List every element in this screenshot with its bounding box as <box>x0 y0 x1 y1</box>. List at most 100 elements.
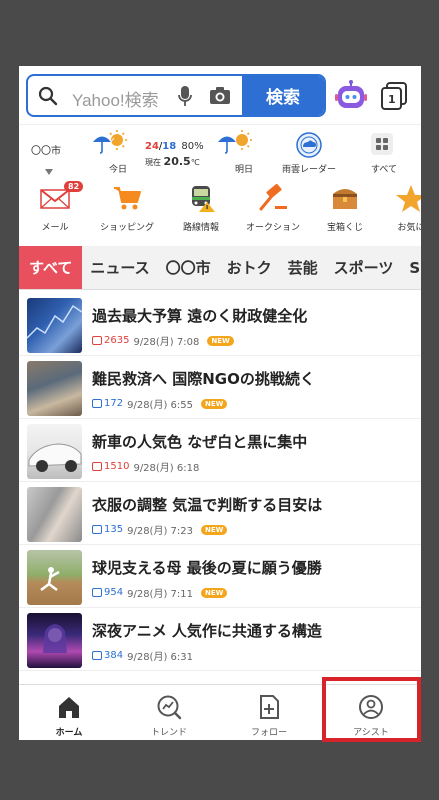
search-icon <box>38 86 58 106</box>
weather-city[interactable]: 〇〇市 <box>31 142 61 157</box>
search-box[interactable]: Yahoo!検索 検索 <box>26 74 326 117</box>
service-label: メール <box>41 223 69 233</box>
news-time: 9/28(月) 6:31 <box>127 652 193 663</box>
news-meta: 1510 9/28(月) 6:18 <box>92 459 199 474</box>
comment-count[interactable]: 954 <box>92 587 123 598</box>
news-item[interactable]: 衣服の調整 気温で判断する目安は 135 9/28(月) 7:23 NEW <box>19 482 421 545</box>
service-label: お気に <box>397 223 421 233</box>
news-meta: 954 9/28(月) 7:11 NEW <box>92 585 228 600</box>
news-item[interactable]: 難民救済へ 国際NGOの挑戦続く 172 9/28(月) 6:55 NEW <box>19 356 421 419</box>
service-label: 宝箱くじ <box>326 223 363 233</box>
weather-tomorrow-label: 明日 <box>235 165 254 175</box>
rain-then-sun-icon[interactable] <box>216 129 252 155</box>
comment-icon <box>92 588 102 597</box>
services-row: 82 メール ショッピング 路線情報 オークション 宝箱くじ お気に <box>19 176 421 240</box>
temp-low: 18 <box>162 141 177 152</box>
star-icon <box>396 185 421 212</box>
comment-count[interactable]: 135 <box>92 524 123 535</box>
service-shopping[interactable]: ショッピング <box>97 176 157 240</box>
assistant-bot-icon[interactable] <box>335 79 367 111</box>
news-meta: 135 9/28(月) 7:23 NEW <box>92 522 228 537</box>
service-treasure[interactable]: 宝箱くじ <box>315 176 375 240</box>
service-train[interactable]: 路線情報 <box>171 176 231 240</box>
news-item[interactable]: 新車の人気色 なぜ白と黒に集中 1510 9/28(月) 6:18 <box>19 419 421 482</box>
weather-today-temps: 24/18 80% <box>145 141 204 152</box>
service-auction[interactable]: オークション <box>243 176 303 240</box>
rain-radar-icon[interactable] <box>296 132 322 158</box>
nav-label: ホーム <box>55 728 83 738</box>
tabs-count: 1 <box>388 93 396 106</box>
camera-icon[interactable] <box>209 86 231 106</box>
service-label: オークション <box>245 223 300 233</box>
tab-more[interactable]: S <box>401 246 421 289</box>
weather-today-label: 今日 <box>109 165 128 175</box>
news-thumbnail <box>27 298 82 353</box>
search-button[interactable]: 検索 <box>242 76 324 115</box>
temp-high: 24 <box>145 141 159 152</box>
new-badge: NEW <box>201 587 228 598</box>
news-thumbnail <box>27 487 82 542</box>
news-title[interactable]: 難民救済へ 国際NGOの挑戦続く <box>92 368 315 389</box>
app-screen: Yahoo!検索 検索 1 〇〇市 今日 24/18 80% 現在 20.5℃ … <box>19 66 421 740</box>
tab-all[interactable]: すべて <box>19 246 83 289</box>
service-mail[interactable]: 82 メール <box>25 176 85 240</box>
comment-count[interactable]: 384 <box>92 650 123 661</box>
search-row: Yahoo!検索 検索 1 <box>19 66 421 124</box>
nav-label: フォロー <box>250 728 287 738</box>
assist-highlight-box <box>322 677 421 742</box>
tab-sports[interactable]: スポーツ <box>326 246 402 289</box>
news-title[interactable]: 球児支える母 最後の夏に願う優勝 <box>92 557 322 578</box>
news-time: 9/28(月) 6:55 <box>127 400 193 411</box>
comment-count[interactable]: 1510 <box>92 461 129 472</box>
news-title[interactable]: 衣服の調整 気温で判断する目安は <box>92 494 322 515</box>
news-feed: 過去最大予算 遠のく財政健全化 2635 9/28(月) 7:08 NEW 難民… <box>19 293 421 671</box>
tab-city[interactable]: 〇〇市 <box>158 246 219 289</box>
comment-count[interactable]: 172 <box>92 398 123 409</box>
all-grid-icon[interactable] <box>371 133 393 155</box>
news-title[interactable]: 新車の人気色 なぜ白と黒に集中 <box>92 431 307 452</box>
rain-then-sun-icon[interactable] <box>91 129 127 155</box>
comment-icon <box>92 651 102 660</box>
nav-trend[interactable]: トレンド <box>119 685 219 740</box>
auction-icon <box>259 184 287 211</box>
comment-count[interactable]: 2635 <box>92 335 129 346</box>
all-label[interactable]: すべて <box>371 162 397 175</box>
tabs-button[interactable]: 1 <box>379 81 409 111</box>
service-label: ショッピング <box>99 223 154 233</box>
tab-news[interactable]: ニュース <box>82 246 157 289</box>
news-item[interactable]: 過去最大予算 遠のく財政健全化 2635 9/28(月) 7:08 NEW <box>19 293 421 356</box>
tab-deals[interactable]: おトク <box>219 246 280 289</box>
new-badge: NEW <box>201 398 228 409</box>
current-temp: 現在 20.5℃ <box>145 155 200 168</box>
nav-label: トレンド <box>150 728 187 738</box>
service-favorites[interactable]: お気に <box>381 176 421 240</box>
new-badge: NEW <box>207 335 234 346</box>
tab-entertainment[interactable]: 芸能 <box>280 246 326 289</box>
service-label: 路線情報 <box>182 223 219 233</box>
nav-follow[interactable]: フォロー <box>219 685 319 740</box>
train-icon <box>192 186 215 212</box>
search-input[interactable]: Yahoo!検索 <box>72 86 159 111</box>
news-meta: 172 9/28(月) 6:55 NEW <box>92 396 228 411</box>
news-title[interactable]: 過去最大予算 遠のく財政健全化 <box>92 305 307 326</box>
comment-icon <box>92 525 102 534</box>
microphone-icon[interactable] <box>177 85 193 107</box>
comment-icon <box>92 462 102 471</box>
news-meta: 384 9/28(月) 6:31 <box>92 648 193 663</box>
news-title[interactable]: 深夜アニメ 人気作に共通する構造 <box>92 620 322 641</box>
news-item[interactable]: 深夜アニメ 人気作に共通する構造 384 9/28(月) 6:31 <box>19 608 421 671</box>
precip: 80% <box>181 141 204 152</box>
comment-icon <box>92 336 102 345</box>
news-thumbnail <box>27 424 82 479</box>
home-icon <box>59 697 79 718</box>
nav-home[interactable]: ホーム <box>19 685 119 740</box>
news-time: 9/28(月) 6:18 <box>133 463 200 474</box>
news-time: 9/28(月) 7:08 <box>133 337 200 348</box>
mail-badge: 82 <box>64 181 84 192</box>
chevron-down-icon[interactable] <box>45 169 53 175</box>
news-time: 9/28(月) 7:11 <box>127 589 193 600</box>
radar-label[interactable]: 雨雲レーダー <box>282 162 336 175</box>
news-item[interactable]: 球児支える母 最後の夏に願う優勝 954 9/28(月) 7:11 NEW <box>19 545 421 608</box>
new-badge: NEW <box>201 524 228 535</box>
news-meta: 2635 9/28(月) 7:08 NEW <box>92 333 234 348</box>
